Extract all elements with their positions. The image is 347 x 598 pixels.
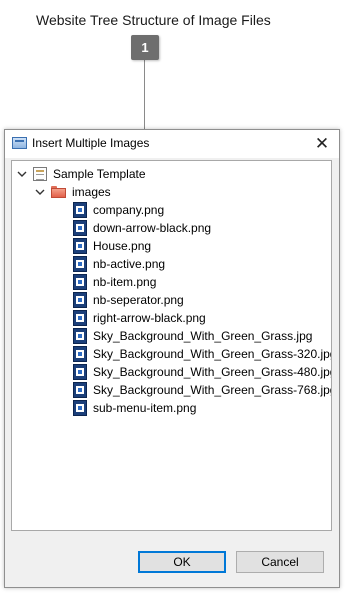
- tree-file-item[interactable]: nb-item.png: [73, 273, 156, 291]
- figure-caption: Website Tree Structure of Image Files: [36, 12, 271, 28]
- ok-button[interactable]: OK: [138, 551, 226, 573]
- image-file-icon: [73, 400, 87, 416]
- tree-file-label: House.png: [93, 239, 152, 253]
- tree-node-label: images: [72, 185, 111, 199]
- image-file-icon: [73, 238, 87, 254]
- cancel-button[interactable]: Cancel: [236, 551, 324, 573]
- window-icon: [12, 137, 27, 149]
- image-file-icon: [73, 328, 87, 344]
- image-file-icon: [73, 256, 87, 272]
- image-file-icon: [73, 202, 87, 218]
- tree-file-label: Sky_Background_With_Green_Grass.jpg: [93, 329, 313, 343]
- tree-file-label: right-arrow-black.png: [93, 311, 206, 325]
- tree-file-item[interactable]: sub-menu-item.png: [73, 399, 196, 417]
- tree-file-item[interactable]: Sky_Background_With_Green_Grass-320.jpg: [73, 345, 332, 363]
- callout-badge: 1: [131, 35, 159, 60]
- close-button[interactable]: ✕: [311, 134, 333, 154]
- image-file-icon: [73, 292, 87, 308]
- tree-file-item[interactable]: Sky_Background_With_Green_Grass.jpg: [73, 327, 312, 345]
- image-file-icon: [73, 274, 87, 290]
- tree-file-item[interactable]: company.png: [73, 201, 164, 219]
- tree-file-label: down-arrow-black.png: [93, 221, 212, 235]
- dialog-titlebar: Insert Multiple Images ✕: [5, 130, 339, 158]
- tree-file-label: Sky_Background_With_Green_Grass-480.jpg: [93, 365, 332, 379]
- tree-file-item[interactable]: nb-seperator.png: [73, 291, 184, 309]
- dialog-button-bar: OK Cancel: [5, 540, 339, 584]
- chevron-down-icon[interactable]: [34, 186, 46, 198]
- tree-node-root[interactable]: Sample Template: [16, 165, 146, 183]
- folder-icon: [51, 186, 66, 198]
- tree-file-item[interactable]: right-arrow-black.png: [73, 309, 206, 327]
- tree-file-item[interactable]: Sky_Background_With_Green_Grass-480.jpg: [73, 363, 332, 381]
- image-file-icon: [73, 220, 87, 236]
- image-file-icon: [73, 364, 87, 380]
- dialog-title: Insert Multiple Images: [32, 136, 150, 150]
- tree-file-label: Sky_Background_With_Green_Grass-320.jpg: [93, 347, 332, 361]
- tree-file-label: company.png: [93, 203, 165, 217]
- tree-file-label: nb-active.png: [93, 257, 166, 271]
- tree-node-folder[interactable]: images: [34, 183, 111, 201]
- template-icon: [33, 167, 47, 181]
- chevron-down-icon[interactable]: [16, 168, 28, 180]
- image-file-icon: [73, 382, 87, 398]
- image-file-icon: [73, 346, 87, 362]
- image-file-icon: [73, 310, 87, 326]
- tree-file-label: sub-menu-item.png: [93, 401, 197, 415]
- tree-file-item[interactable]: House.png: [73, 237, 151, 255]
- tree-file-label: nb-seperator.png: [93, 293, 184, 307]
- tree-file-item[interactable]: down-arrow-black.png: [73, 219, 211, 237]
- tree-file-item[interactable]: Sky_Background_With_Green_Grass-768.jpg: [73, 381, 332, 399]
- tree-file-label: Sky_Background_With_Green_Grass-768.jpg: [93, 383, 332, 397]
- insert-multiple-images-dialog: Insert Multiple Images ✕ Sample Template…: [4, 129, 340, 588]
- file-tree[interactable]: Sample Template images company.png down-…: [11, 160, 332, 531]
- tree-file-label: nb-item.png: [93, 275, 157, 289]
- tree-file-item[interactable]: nb-active.png: [73, 255, 165, 273]
- tree-node-label: Sample Template: [53, 167, 146, 181]
